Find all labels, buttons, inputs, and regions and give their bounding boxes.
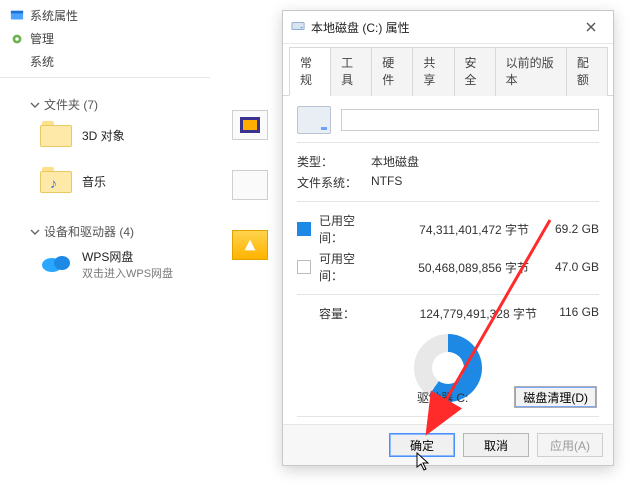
thumb-item[interactable] [232, 170, 268, 200]
dialog-titlebar: 本地磁盘 (C:) 属性 [283, 11, 613, 44]
type-label: 类型： [297, 153, 361, 170]
drive-name-input[interactable] [341, 109, 599, 131]
divider [297, 294, 599, 295]
free-label: 可用空间： [319, 250, 375, 284]
tab-general-body: 类型： 本地磁盘 文件系统： NTFS 已用空间： 74,311,401,472 字… [283, 96, 613, 424]
device-label-wrap: WPS网盘 双击进入WPS网盘 [82, 248, 173, 281]
tab-hardware[interactable]: 硬件 [371, 47, 413, 96]
dialog-tabs: 常规 工具 硬件 共享 安全 以前的版本 配额 [283, 46, 613, 96]
explorer-window: 系统属性 管理 系统 文件夹 (7) 3D 对象 音乐 设 [0, 0, 632, 504]
sidebar-item-label: 系统 [30, 53, 54, 70]
sidebar-item-manage[interactable]: 管理 [0, 27, 210, 50]
usage-chart-wrap: 驱动器 C: 磁盘清理(D) [297, 324, 599, 408]
folder-label: 音乐 [82, 173, 106, 190]
used-label: 已用空间： [319, 212, 375, 246]
fs-label: 文件系统： [297, 174, 361, 191]
chevron-down-icon [30, 227, 40, 237]
tab-tools[interactable]: 工具 [330, 47, 372, 96]
tab-security[interactable]: 安全 [454, 47, 496, 96]
used-swatch [297, 222, 311, 236]
thumb-item[interactable] [232, 110, 268, 140]
drive-icon [291, 19, 305, 36]
folder-icon [40, 121, 72, 149]
free-swatch [297, 260, 311, 274]
type-value: 本地磁盘 [371, 153, 419, 170]
used-human: 69.2 GB [545, 222, 599, 236]
explorer-thumb-column [232, 110, 278, 290]
pc-icon [10, 55, 24, 69]
group-devices-label: 设备和驱动器 (4) [44, 223, 134, 240]
sidebar-item-system[interactable]: 系统 [0, 50, 210, 73]
sidebar-item-label: 系统属性 [30, 7, 78, 24]
divider [0, 77, 210, 78]
apply-button[interactable]: 应用(A) [537, 433, 603, 457]
capacity-row: 容量： 124,779,491,328 字节 116 GB [297, 303, 599, 324]
device-sublabel: 双击进入WPS网盘 [82, 265, 173, 281]
drive-icon [297, 106, 331, 134]
divider [297, 201, 599, 202]
cancel-button[interactable]: 取消 [463, 433, 529, 457]
properties-dialog: 本地磁盘 (C:) 属性 常规 工具 硬件 共享 安全 以前的版本 配额 类型：… [282, 10, 614, 466]
tab-quota[interactable]: 配额 [566, 47, 608, 96]
tab-previous[interactable]: 以前的版本 [495, 47, 567, 96]
sidebar-item-label: 管理 [30, 30, 54, 47]
device-label: WPS网盘 [82, 248, 173, 265]
capacity-human: 116 GB [545, 305, 599, 322]
drive-label: 驱动器 C: [417, 389, 468, 406]
thumb-item[interactable] [232, 230, 268, 260]
close-button[interactable] [577, 17, 605, 37]
sidebar-item-system-properties[interactable]: 系统属性 [0, 4, 210, 27]
panel-icon [10, 9, 24, 23]
divider [297, 142, 599, 143]
used-bytes: 74,311,401,472 字节 [383, 221, 537, 238]
free-human: 47.0 GB [545, 260, 599, 274]
cloud-icon [40, 248, 72, 276]
capacity-bytes: 124,779,491,328 字节 [377, 305, 545, 322]
disk-cleanup-button[interactable]: 磁盘清理(D) [514, 386, 597, 408]
free-space-row: 可用空间： 50,468,089,856 字节 47.0 GB [297, 248, 599, 286]
dialog-title: 本地磁盘 (C:) 属性 [311, 19, 410, 36]
gear-icon [10, 32, 24, 46]
explorer-sidebar: 系统属性 管理 系统 [0, 0, 210, 82]
used-space-row: 已用空间： 74,311,401,472 字节 69.2 GB [297, 210, 599, 248]
folder-music-icon [40, 167, 72, 195]
fs-value: NTFS [371, 174, 402, 191]
ok-button[interactable]: 确定 [389, 433, 455, 457]
free-bytes: 50,468,089,856 字节 [383, 259, 537, 276]
dialog-buttons: 确定 取消 应用(A) [283, 424, 613, 465]
group-folders-label: 文件夹 (7) [44, 96, 98, 113]
capacity-label: 容量： [297, 305, 377, 322]
close-icon [586, 22, 596, 32]
folder-label: 3D 对象 [82, 127, 125, 144]
chevron-down-icon [30, 100, 40, 110]
tab-sharing[interactable]: 共享 [412, 47, 454, 96]
divider [297, 416, 599, 417]
tab-general[interactable]: 常规 [289, 47, 331, 96]
